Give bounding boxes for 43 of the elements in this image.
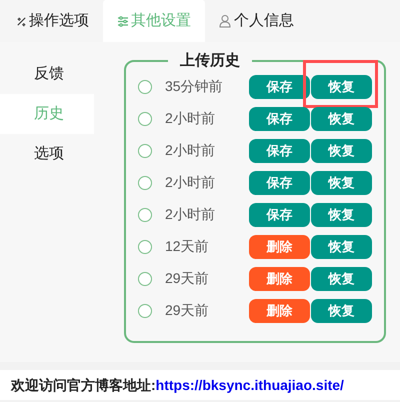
footer-text: 欢迎访问官方博客地址: [11,376,156,394]
restore-button[interactable]: 恢复 [311,170,372,194]
delete-button[interactable]: 删除 [249,298,310,322]
radio-button[interactable] [138,80,152,94]
history-time: 12天前 [165,237,210,256]
restore-button[interactable]: 恢复 [311,138,372,162]
save-button[interactable]: 保存 [249,138,310,162]
radio-button[interactable] [138,240,152,254]
radio-button[interactable] [138,272,152,286]
sidebar-item[interactable]: 反馈 [0,54,94,94]
history-time: 2小时前 [165,205,216,224]
panel-title: 上传历史 [179,51,241,71]
save-button[interactable]: 保存 [249,170,310,194]
tab[interactable]: 操作选项 [2,0,103,42]
restore-button[interactable]: 恢复 [311,298,372,322]
history-time: 35分钟前 [165,77,224,96]
radio-button[interactable] [138,112,152,126]
restore-button[interactable]: 恢复 [311,266,372,290]
history-time: 2小时前 [165,109,216,128]
tab[interactable]: 其他设置 [103,0,205,42]
delete-button[interactable]: 删除 [249,266,310,290]
blog-link[interactable]: https://bksync.ithuajiao.site/ [156,374,344,396]
history-time: 29天前 [165,301,210,320]
history-time: 2小时前 [165,173,216,192]
radio-button[interactable] [138,176,152,190]
history-time: 2小时前 [165,141,216,160]
sidebar-item[interactable]: 选项 [0,134,94,174]
sidebar-item[interactable]: 历史 [0,94,94,134]
radio-button[interactable] [138,144,152,158]
history-time: 29天前 [165,269,210,288]
sliders-icon [117,16,129,26]
restore-button[interactable]: 恢复 [311,202,372,226]
restore-button[interactable]: 恢复 [311,234,372,258]
radio-button[interactable] [138,304,152,318]
delete-button[interactable]: 删除 [249,234,310,258]
save-button[interactable]: 保存 [249,74,310,98]
radio-button[interactable] [138,208,152,222]
restore-button[interactable]: 恢复 [311,74,372,98]
restore-button[interactable]: 恢复 [311,106,372,130]
save-button[interactable]: 保存 [249,106,310,130]
user-icon [219,14,232,28]
save-button[interactable]: 保存 [249,202,310,226]
tab[interactable]: 个人信息 [205,0,308,42]
